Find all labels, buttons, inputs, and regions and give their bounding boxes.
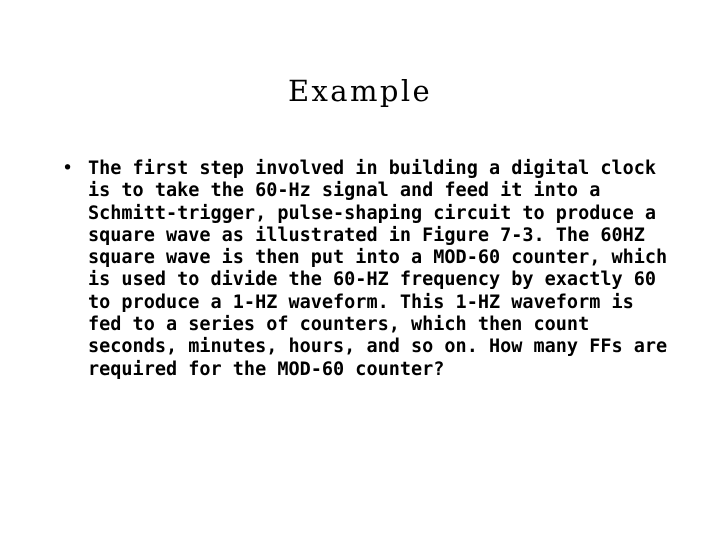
bullet-point-icon: • [62, 158, 74, 179]
slide-canvas: Example • The first step involved in bui… [0, 0, 720, 540]
slide-body: • The first step involved in building a … [58, 158, 678, 381]
list-item: • The first step involved in building a … [58, 158, 678, 381]
page-title: Example [287, 74, 433, 108]
list-item-text: The first step involved in building a di… [88, 158, 668, 380]
